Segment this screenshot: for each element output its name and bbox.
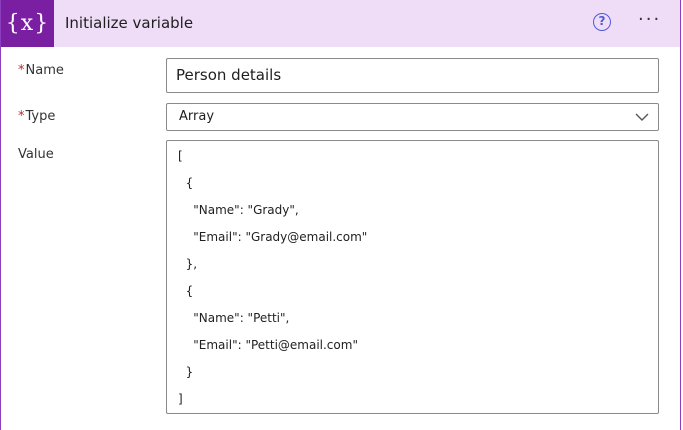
type-select-value: Array [179,109,215,124]
value-label-text: Value [18,147,54,162]
value-textarea[interactable]: [ { "Name": "Grady", "Email": "Grady@ema… [166,140,659,414]
value-line: } [178,365,194,379]
value-line: { [178,176,194,190]
value-line: { [178,284,194,298]
value-line: "Email": "Grady@email.com" [178,230,368,244]
value-line: [ [178,149,183,163]
value-line: "Name": "Grady", [178,203,299,217]
more-options-icon[interactable]: ··· [638,11,661,29]
variable-icon-glyph: {x} [5,11,50,36]
type-label-text: Type [25,109,56,124]
type-select[interactable]: Array [166,103,659,131]
value-line: "Name": "Petti", [178,311,290,325]
value-line: ] [178,392,183,406]
card-title: Initialize variable [65,14,194,32]
help-icon[interactable]: ? [593,13,611,31]
required-marker: * [18,109,25,124]
value-label: Value [18,147,54,162]
initialize-variable-card: {x} Initialize variable ? ··· *Name Pers… [0,0,681,430]
name-input[interactable]: Person details [166,58,659,93]
variable-icon: {x} [1,0,54,47]
name-label-text: Name [25,63,64,78]
name-label: *Name [18,63,64,78]
required-marker: * [18,63,25,78]
card-header[interactable]: {x} Initialize variable ? ··· [1,0,680,47]
type-label: *Type [18,109,55,124]
name-input-value: Person details [176,66,282,84]
value-line: }, [178,257,198,271]
chevron-down-icon [635,113,649,121]
value-line: "Email": "Petti@email.com" [178,338,358,352]
